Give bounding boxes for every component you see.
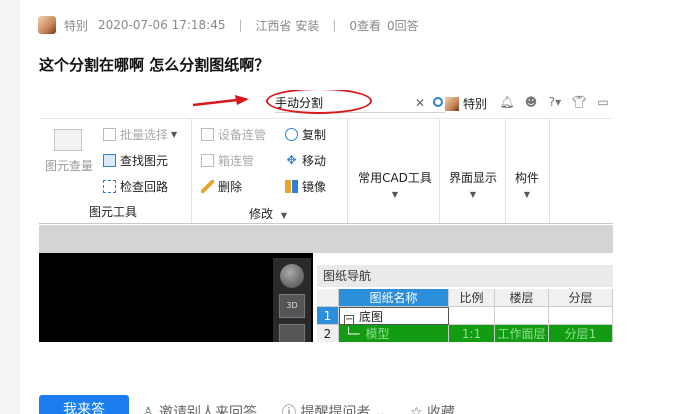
- cube-3d-icon[interactable]: 3D: [279, 294, 305, 318]
- question-meta: 特别 2020-07-06 17:18:45 | 江西省 安装 | 0查看 0回…: [38, 14, 419, 36]
- view-count: 0查看: [349, 18, 382, 33]
- loop-icon: [103, 180, 116, 193]
- search-icon[interactable]: [433, 97, 443, 107]
- col-header[interactable]: 比例: [449, 289, 495, 307]
- group-label-element-tools: 图元工具: [89, 205, 138, 219]
- check-loop-button[interactable]: 检查回路: [103, 178, 168, 195]
- answer-button[interactable]: 我来答: [39, 395, 129, 414]
- delete-button[interactable]: 删除: [201, 178, 242, 195]
- eraser-icon: [201, 180, 214, 193]
- device-pipe-button[interactable]: 设备连管: [201, 126, 266, 143]
- copy-button[interactable]: 复制: [285, 126, 326, 143]
- clear-icon[interactable]: ✕: [415, 93, 425, 113]
- software-topbar: 手动分割 ✕ 特别 🔔︎ ☻ ?▾ 👕︎ ▭: [39, 90, 613, 118]
- col-header[interactable]: 分层: [549, 289, 613, 307]
- divider: |: [238, 18, 243, 32]
- avatar[interactable]: [38, 16, 56, 34]
- software-user-name: 特别: [463, 97, 488, 111]
- avatar: [445, 96, 459, 111]
- info-icon: ⓘ: [282, 405, 296, 414]
- common-cad-tools-button[interactable]: 常用CAD工具 ▼: [355, 169, 435, 200]
- component-button[interactable]: 构件 ▼: [509, 169, 545, 200]
- view-cube-panel: 3D: [273, 258, 311, 342]
- remind-asker-link[interactable]: ⓘ 提醒提问者 ⌄: [282, 402, 387, 414]
- bell-icon[interactable]: 🔔︎: [499, 95, 515, 109]
- help-icon[interactable]: ?▾: [547, 95, 563, 109]
- collect-link[interactable]: ☆ 收藏: [410, 402, 455, 414]
- drawing-nav-title: 图纸导航: [317, 265, 613, 287]
- mirror-icon: [285, 180, 298, 193]
- table-header: 图纸名称 比例 楼层 分层: [317, 289, 613, 307]
- invite-answer-link[interactable]: ♙ 邀请别人来回答: [142, 402, 257, 414]
- element-view-button[interactable]: 图元查量: [45, 129, 93, 174]
- cad-canvas[interactable]: [39, 253, 313, 342]
- col-header[interactable]: 图纸名称: [339, 289, 449, 307]
- post-datetime: 2020-07-06 17:18:45: [98, 18, 226, 32]
- star-icon: ☆: [410, 405, 423, 414]
- question-card: 特别 2020-07-06 17:18:45 | 江西省 安装 | 0查看 0回…: [20, 0, 679, 414]
- chevron-down-icon: ⌄: [374, 405, 387, 414]
- move-arrows-icon: ✥: [286, 153, 297, 167]
- pipe-icon: [201, 128, 214, 141]
- question-title: 这个分割在哪啊 怎么分割图纸啊？: [39, 56, 270, 74]
- search-element-icon: [103, 154, 116, 167]
- red-arrow-annotation: [192, 95, 249, 107]
- ribbon-divider-band: [39, 225, 613, 253]
- globe-icon[interactable]: [280, 264, 304, 288]
- table-icon: [54, 129, 82, 151]
- software-toolbar-icons: 🔔︎ ☻ ?▾ 👕︎ ▭: [499, 95, 611, 109]
- software-user[interactable]: 特别: [445, 95, 487, 112]
- collapse-icon[interactable]: −: [344, 315, 354, 324]
- batch-select-button[interactable]: 批量选择 ▼: [103, 126, 177, 143]
- divider: |: [332, 18, 337, 32]
- table-row[interactable]: 2 └─ 模型 1:1 工作面层 分层1: [317, 325, 613, 342]
- group-label-modify[interactable]: 修改 ▼: [249, 205, 287, 222]
- software-ribbon: 图元查量 批量选择 ▼ 查找图元 检查回路 图元工具 设备连管 箱连管 删除 复…: [39, 118, 613, 224]
- question-image[interactable]: 手动分割 ✕ 特别 🔔︎ ☻ ?▾ 👕︎ ▭ 图元查量 批量选择 ▼ 查找图元 …: [39, 90, 613, 342]
- box-icon: [201, 154, 214, 167]
- author-name[interactable]: 特别: [64, 17, 88, 34]
- location-tag: 江西省 安装: [255, 18, 320, 33]
- copy-icon: [285, 128, 298, 141]
- shirt-icon[interactable]: 👕︎: [571, 95, 587, 109]
- list-icon: [103, 128, 116, 141]
- col-header[interactable]: 楼层: [495, 289, 549, 307]
- user-icon: ♙: [142, 405, 155, 414]
- robot-icon[interactable]: ☻: [523, 95, 539, 109]
- drawing-nav-panel: 图纸导航 图纸名称 比例 楼层 分层 1 − 底图 2 └─ 模型 1:1 工作…: [317, 265, 613, 342]
- move-button[interactable]: ✥ 移动: [285, 152, 326, 169]
- box-pipe-button[interactable]: 箱连管: [201, 152, 254, 169]
- ui-display-button[interactable]: 界面显示 ▼: [443, 169, 503, 200]
- window-icon[interactable]: ▭: [595, 95, 611, 109]
- find-element-button[interactable]: 查找图元: [103, 152, 168, 169]
- mirror-button[interactable]: 镜像: [285, 178, 326, 195]
- table-row[interactable]: 1 − 底图: [317, 307, 613, 325]
- cube-icon[interactable]: [279, 324, 305, 342]
- answer-count: 0回答: [387, 18, 419, 33]
